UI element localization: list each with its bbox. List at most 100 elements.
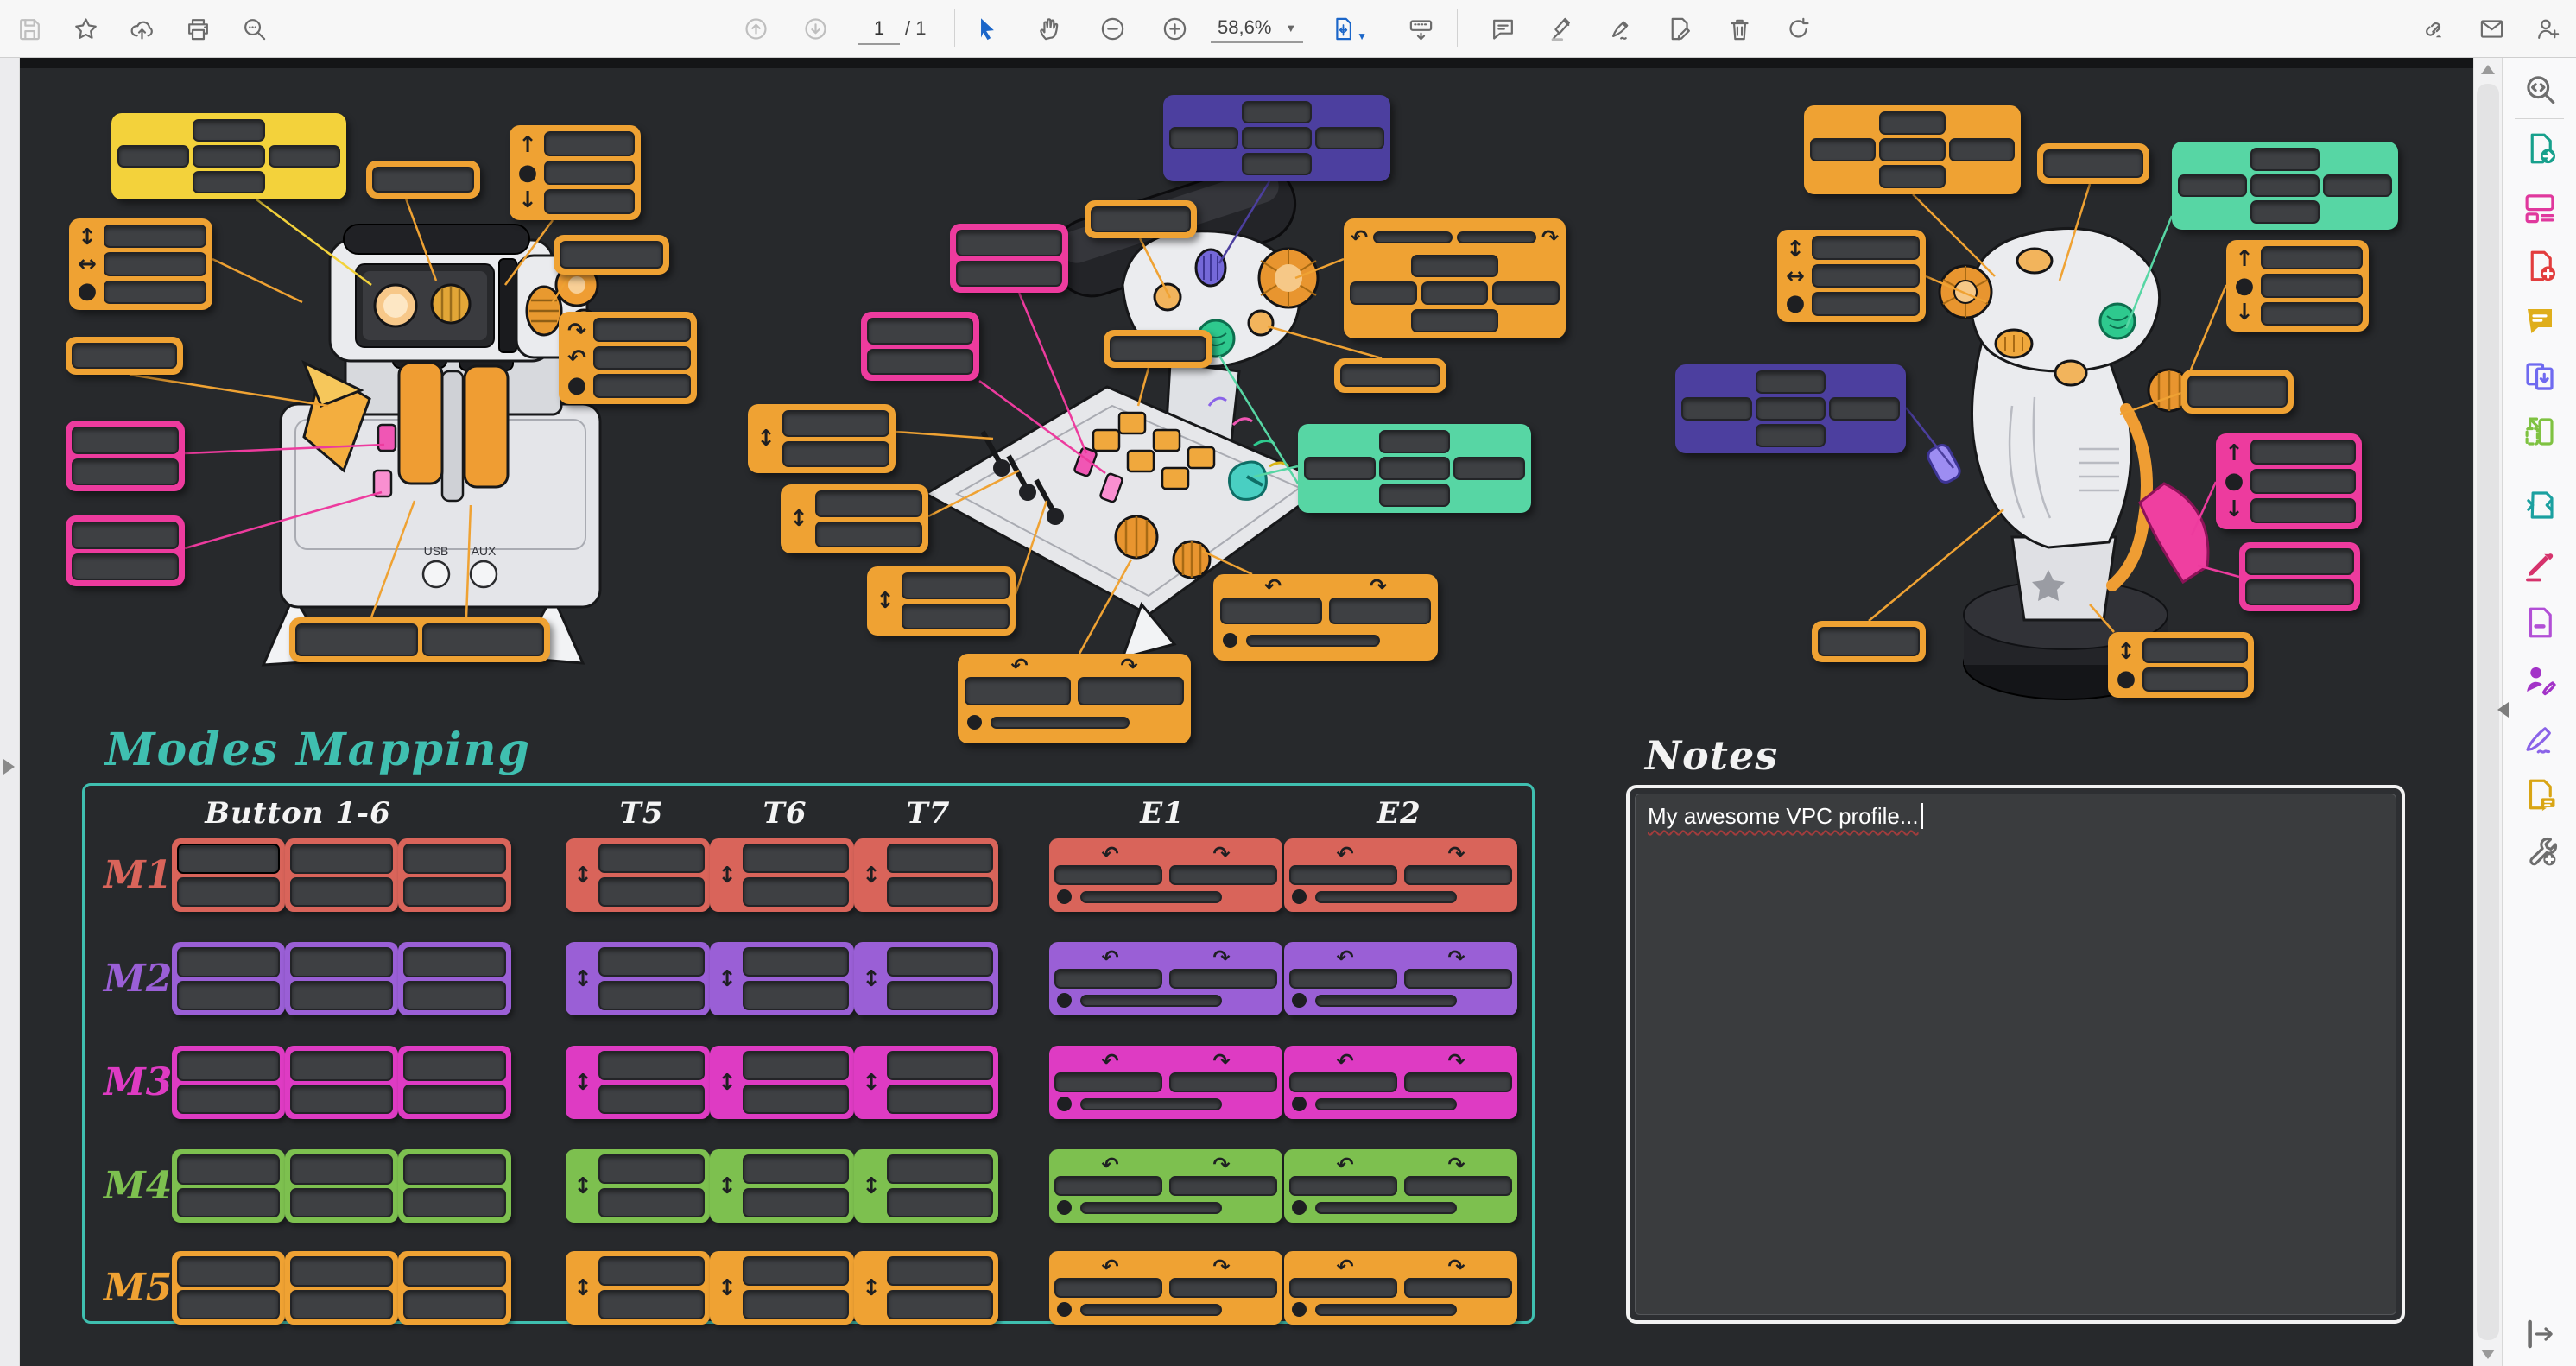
form-field-cell[interactable] <box>593 346 691 370</box>
form-field-cell[interactable] <box>1379 430 1451 453</box>
form-field-cell[interactable] <box>598 947 705 977</box>
form-field-cell[interactable] <box>1379 457 1451 480</box>
form-field-cell[interactable] <box>403 981 506 1011</box>
form-field-cell[interactable] <box>887 1085 993 1114</box>
form-field-cell[interactable] <box>1879 111 1945 135</box>
form-field-cell[interactable] <box>1812 236 1920 260</box>
form-field-cell[interactable] <box>1315 1304 1457 1316</box>
form-field-cell[interactable] <box>1810 138 1876 161</box>
form-field-cell[interactable] <box>887 1290 993 1319</box>
form-field-cell[interactable] <box>1315 1202 1457 1214</box>
form-field-cell[interactable] <box>1169 1072 1277 1092</box>
redact-tool-button[interactable] <box>2517 600 2562 645</box>
form-field-cell[interactable] <box>290 1188 393 1218</box>
form-field-cell[interactable] <box>2250 200 2320 224</box>
form-field-cell[interactable] <box>1080 1304 1222 1316</box>
form-field-cell[interactable] <box>1411 309 1498 332</box>
form-field-cell[interactable] <box>1246 635 1380 647</box>
form-field-cell[interactable] <box>1304 457 1376 480</box>
save-button[interactable] <box>10 11 48 46</box>
form-field-cell[interactable] <box>177 1051 280 1081</box>
sign-tool-button[interactable] <box>2517 717 2562 762</box>
expand-left-panel-button[interactable] <box>3 759 15 775</box>
invite-button[interactable] <box>2529 11 2567 46</box>
form-field-cell[interactable] <box>1110 336 1206 362</box>
scroll-up-arrow[interactable] <box>2481 65 2495 74</box>
find-tool-button[interactable] <box>2517 66 2562 111</box>
form-field-cell[interactable] <box>782 441 889 468</box>
form-field-cell[interactable] <box>598 877 705 907</box>
form-field-cell[interactable] <box>867 349 973 376</box>
form-field-cell[interactable] <box>1091 206 1191 232</box>
zoom-out-button[interactable] <box>1093 11 1131 46</box>
form-field-cell[interactable] <box>1289 1278 1397 1298</box>
form-field-cell[interactable] <box>1812 292 1920 316</box>
form-field-cell[interactable] <box>1169 865 1277 885</box>
form-field-cell[interactable] <box>177 947 280 977</box>
page-down-button[interactable] <box>796 11 834 46</box>
form-field-cell[interactable] <box>1242 101 1311 123</box>
page-number-input[interactable] <box>858 14 900 45</box>
form-field-cell[interactable] <box>72 553 179 581</box>
form-field-cell[interactable] <box>1289 1176 1397 1196</box>
form-field-cell[interactable] <box>72 427 179 454</box>
edit-page-button[interactable] <box>1660 11 1698 46</box>
form-field-cell[interactable] <box>1054 1176 1162 1196</box>
form-field-cell[interactable] <box>2250 174 2320 198</box>
form-field-cell[interactable] <box>2245 548 2354 575</box>
form-field-cell[interactable] <box>290 877 393 908</box>
form-field-cell[interactable] <box>104 225 206 248</box>
form-field-cell[interactable] <box>2323 174 2392 198</box>
form-field-cell[interactable] <box>1681 397 1752 421</box>
form-field-cell[interactable] <box>743 1085 849 1114</box>
form-field-cell[interactable] <box>782 410 889 437</box>
open-tools-pane-button[interactable] <box>2517 1312 2562 1357</box>
form-field-cell[interactable] <box>743 1256 849 1286</box>
form-field-cell[interactable] <box>598 1256 705 1286</box>
form-field-cell[interactable] <box>104 281 206 304</box>
form-field-cell[interactable] <box>815 522 922 548</box>
search-button[interactable] <box>235 11 273 46</box>
form-field-cell[interactable] <box>403 877 506 908</box>
form-field-cell[interactable] <box>372 167 474 193</box>
form-field-cell[interactable] <box>1169 1176 1277 1196</box>
form-field-cell[interactable] <box>887 1188 993 1217</box>
form-field-cell[interactable] <box>1818 627 1920 656</box>
form-field-cell[interactable] <box>1054 1072 1162 1092</box>
form-field-cell[interactable] <box>956 261 1062 288</box>
combine-files-tool-button[interactable] <box>2517 354 2562 399</box>
form-field-cell[interactable] <box>2187 376 2288 408</box>
form-field-cell[interactable] <box>2142 638 2248 663</box>
form-field-cell[interactable] <box>2245 579 2354 606</box>
form-field-cell[interactable] <box>290 1051 393 1081</box>
form-field-cell[interactable] <box>1879 138 1945 161</box>
form-field-cell[interactable] <box>422 623 545 656</box>
fill-sign-tool-button[interactable] <box>2517 542 2562 587</box>
form-field-cell[interactable] <box>117 145 189 168</box>
export-pdf-tool-button[interactable] <box>2517 126 2562 171</box>
sign-pen-button[interactable] <box>1601 11 1639 46</box>
form-field-cell[interactable] <box>177 1188 280 1218</box>
form-field-cell[interactable] <box>544 161 635 186</box>
form-field-cell[interactable] <box>743 947 849 977</box>
form-field-cell[interactable] <box>290 981 393 1011</box>
form-field-cell[interactable] <box>72 458 179 486</box>
form-field-cell[interactable] <box>2250 469 2356 494</box>
form-field-cell[interactable] <box>598 1085 705 1114</box>
comment-tool-button[interactable] <box>2517 299 2562 344</box>
form-field-cell[interactable] <box>177 877 280 908</box>
form-field-cell[interactable] <box>104 252 206 275</box>
organize-pages-tool-button[interactable] <box>2517 409 2562 454</box>
form-field-cell[interactable] <box>403 1085 506 1115</box>
form-field-cell[interactable] <box>887 1051 993 1080</box>
form-field-cell[interactable] <box>1078 677 1184 705</box>
form-field-cell[interactable] <box>1315 127 1384 149</box>
form-field-cell[interactable] <box>1054 865 1162 885</box>
scrollbar-thumb[interactable] <box>2477 84 2499 1340</box>
form-field-cell[interactable] <box>177 844 280 874</box>
form-field-cell[interactable] <box>1404 865 1512 885</box>
form-field-cell[interactable] <box>743 981 849 1010</box>
form-field-cell[interactable] <box>965 677 1071 705</box>
form-field-cell[interactable] <box>887 1154 993 1184</box>
page-up-button[interactable] <box>737 11 775 46</box>
